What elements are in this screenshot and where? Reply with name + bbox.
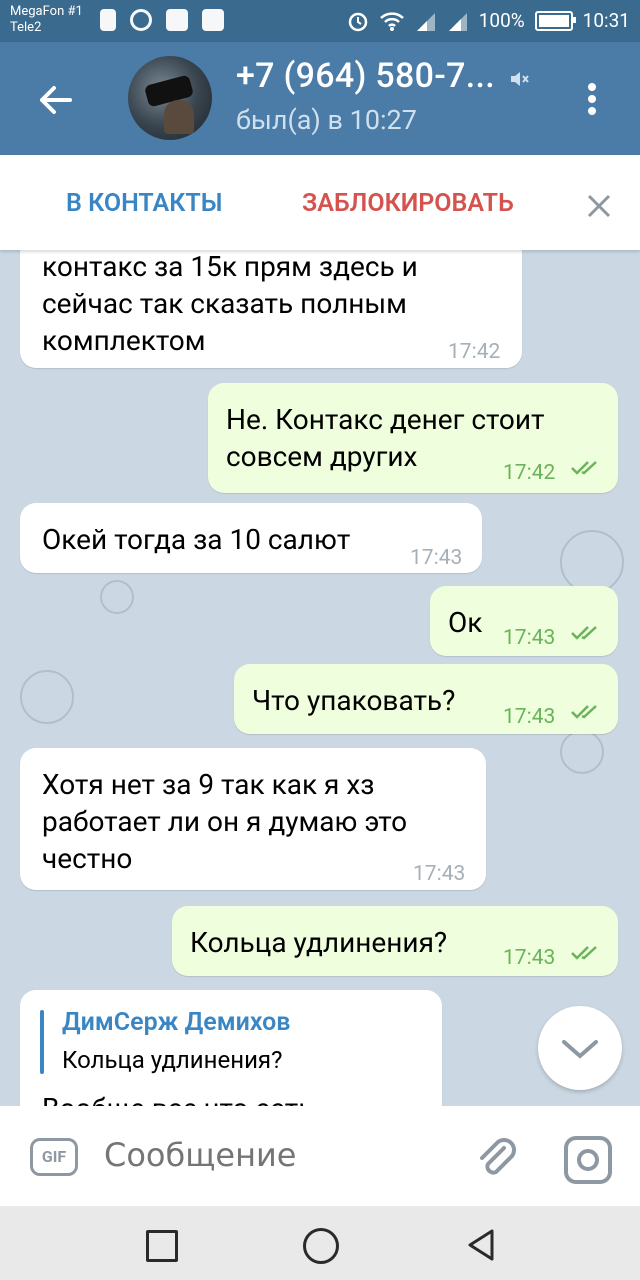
mute-icon — [511, 72, 529, 86]
notification-icons — [100, 9, 224, 31]
carrier-info: MegaFon #1 Tele2 — [10, 4, 83, 36]
battery-icon — [534, 10, 576, 31]
message-time: 17:43 — [410, 546, 463, 570]
wifi-icon — [379, 11, 404, 31]
back-triangle-icon[interactable] — [466, 1228, 498, 1262]
message-text: сейчас так сказать полным — [42, 287, 407, 320]
message-text: работает ли он я думаю это — [42, 805, 408, 838]
chat-area[interactable]: контакс за 15к прям здесь и сейчас так с… — [0, 250, 640, 1106]
message-composer: GIF — [0, 1106, 640, 1206]
message-text: Окей тогда за 10 салют — [42, 523, 351, 556]
read-checkmarks-icon — [571, 626, 597, 640]
close-icon[interactable] — [584, 191, 614, 221]
message-text: Вообще все что есть — [42, 1090, 313, 1106]
contact-name[interactable]: +7 (964) 580-7... — [236, 56, 495, 96]
read-checkmarks-icon — [571, 461, 597, 475]
last-seen-status: был(а) в 10:27 — [236, 104, 417, 136]
clock: 10:31 — [582, 9, 630, 32]
reply-quote-bar — [40, 1010, 44, 1074]
system-indicators: 100% 10:31 — [347, 9, 630, 32]
message-text: Что упаковать? — [252, 684, 456, 717]
message-text: честно — [42, 842, 133, 875]
battery-percent: 100% — [478, 9, 525, 32]
message-outgoing[interactable]: Что упаковать? 17:43 — [234, 664, 618, 734]
message-outgoing[interactable]: Не. Контакс денег стоит совсем других 17… — [208, 383, 618, 493]
scroll-down-button[interactable] — [538, 1006, 622, 1090]
message-time: 17:42 — [448, 340, 501, 364]
carrier-1: MegaFon #1 — [10, 4, 83, 19]
camera-notification-icon — [130, 9, 152, 31]
message-time: 17:43 — [503, 705, 556, 729]
read-checkmarks-icon — [571, 705, 597, 719]
back-arrow-icon[interactable] — [36, 80, 76, 120]
sd-card-icon — [100, 9, 116, 31]
signal-icon-2 — [448, 12, 467, 31]
read-checkmarks-icon — [571, 946, 597, 960]
more-options-icon[interactable] — [580, 80, 604, 120]
message-time: 17:42 — [503, 461, 556, 485]
recent-apps-icon[interactable] — [146, 1230, 178, 1262]
signal-icon-1 — [416, 12, 435, 31]
carrier-2: Tele2 — [10, 20, 42, 35]
message-outgoing[interactable]: Ок 17:43 — [430, 586, 618, 656]
status-bar: MegaFon #1 Tele2 100% 10:31 — [0, 0, 640, 42]
reply-quoted-text: Кольца удлинения? — [62, 1046, 283, 1074]
message-text: Ок — [448, 606, 483, 639]
message-time: 17:43 — [503, 946, 556, 970]
message-text: Кольца удлинения? — [190, 926, 448, 959]
camera-icon[interactable] — [564, 1136, 612, 1184]
chevron-down-icon — [562, 1040, 598, 1059]
system-navigation-bar — [0, 1206, 640, 1280]
avatar[interactable] — [128, 56, 212, 140]
app-notification-icon — [166, 9, 188, 31]
paperclip-icon[interactable] — [474, 1136, 518, 1180]
message-outgoing[interactable]: Кольца удлинения? 17:43 — [172, 906, 618, 976]
block-button[interactable]: ЗАБЛОКИРОВАТЬ — [302, 189, 514, 218]
message-text: совсем других — [226, 440, 418, 473]
gallery-icon — [202, 9, 224, 31]
message-incoming[interactable]: Окей тогда за 10 салют 17:43 — [20, 503, 482, 573]
alarm-icon — [348, 12, 367, 31]
message-text: контакс за 15к прям здесь и — [42, 250, 418, 283]
contact-action-bar: В КОНТАКТЫ ЗАБЛОКИРОВАТЬ — [0, 155, 640, 250]
add-contact-button[interactable]: В КОНТАКТЫ — [66, 189, 222, 218]
reply-author[interactable]: ДимСерж Демихов — [62, 1004, 290, 1041]
message-input[interactable] — [104, 1136, 444, 1174]
gif-icon[interactable]: GIF — [30, 1138, 78, 1176]
message-time: 17:43 — [503, 626, 556, 650]
message-text: комплектом — [42, 324, 206, 357]
message-incoming[interactable]: Хотя нет за 9 так как я хз работает ли о… — [20, 748, 486, 890]
home-icon[interactable] — [303, 1228, 339, 1264]
message-text: Хотя нет за 9 так как я хз — [42, 768, 375, 801]
chat-header: +7 (964) 580-7... был(а) в 10:27 — [0, 42, 640, 155]
message-text: Не. Контакс денег стоит — [226, 403, 545, 436]
message-incoming-reply[interactable]: ДимСерж Демихов Кольца удлинения? Вообще… — [20, 990, 442, 1106]
message-time: 17:43 — [413, 862, 466, 886]
message-incoming[interactable]: контакс за 15к прям здесь и сейчас так с… — [20, 250, 522, 368]
